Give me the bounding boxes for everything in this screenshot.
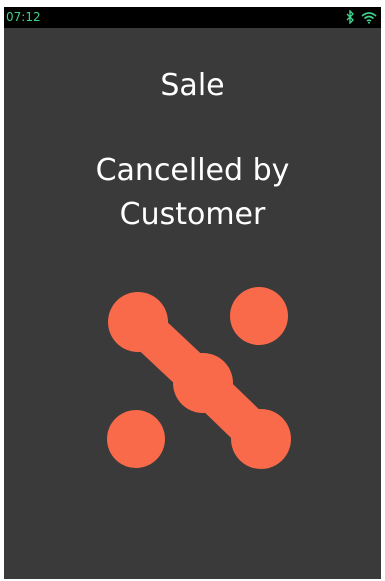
transaction-status-message: Cancelled by Customer [4,149,381,237]
status-time: 07:12 [6,10,41,24]
cancelled-x-logo [102,285,298,475]
terminal-screen: 07:12 Sale Cancelled by Customer [4,7,381,579]
wifi-icon [361,11,377,24]
status-icons [346,9,377,25]
status-message-line-2: Customer [119,197,266,232]
bluetooth-icon [346,10,355,24]
transaction-type-title: Sale [160,68,225,103]
status-message-line-1: Cancelled by [95,153,290,188]
status-bar: 07:12 [4,7,381,28]
